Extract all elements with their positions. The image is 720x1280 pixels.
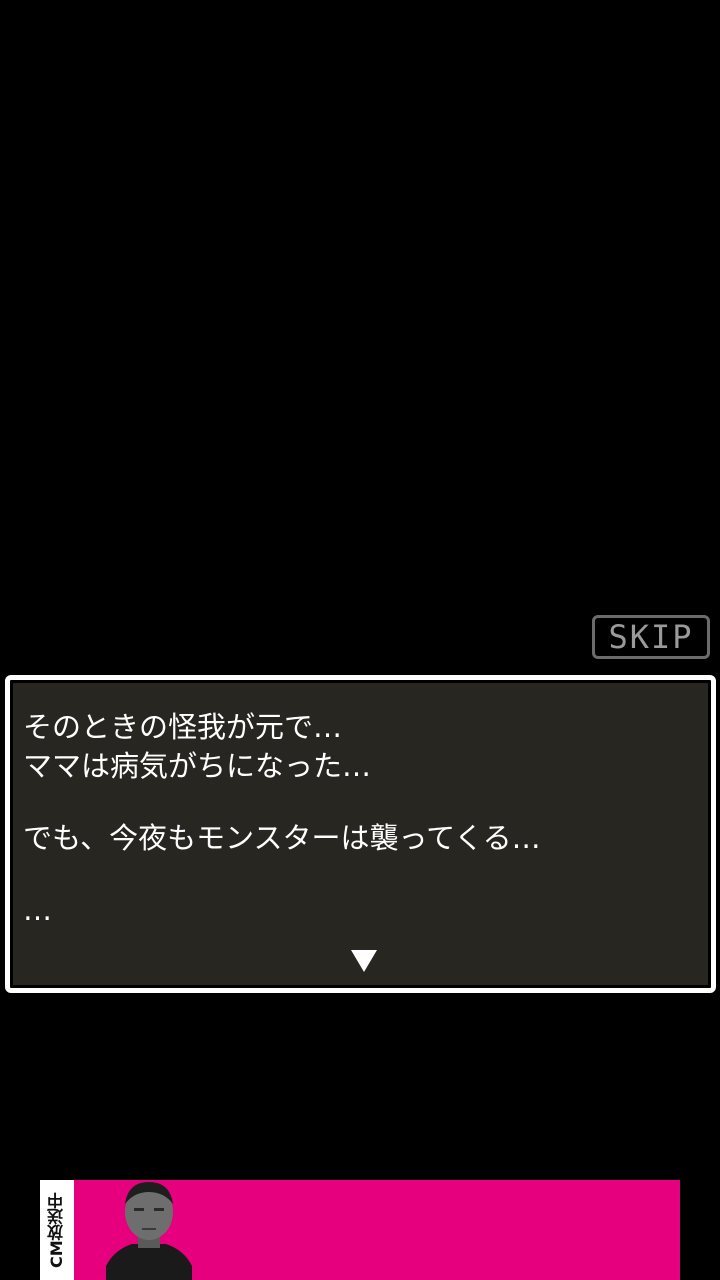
- skip-label: SKIP: [608, 618, 694, 656]
- dialog-line: でも、今夜もモンスターは襲ってくる…: [23, 821, 541, 855]
- dialog-line: そのときの怪我が元で…: [23, 710, 343, 744]
- ad-banner[interactable]: CM放送中: [40, 1180, 680, 1280]
- ad-portrait-image: [106, 1182, 192, 1280]
- ad-side-strip: CM放送中: [40, 1180, 74, 1280]
- dialog-box[interactable]: そのときの怪我が元で… ママは病気がちになった… でも、今夜もモンスターは襲って…: [5, 675, 716, 993]
- skip-button[interactable]: SKIP: [592, 615, 710, 659]
- ad-badge: CM放送中: [47, 1192, 66, 1268]
- down-triangle-icon[interactable]: [351, 950, 377, 972]
- dialog-line: …: [23, 893, 52, 927]
- dialog-line: ママは病気がちになった…: [23, 749, 372, 783]
